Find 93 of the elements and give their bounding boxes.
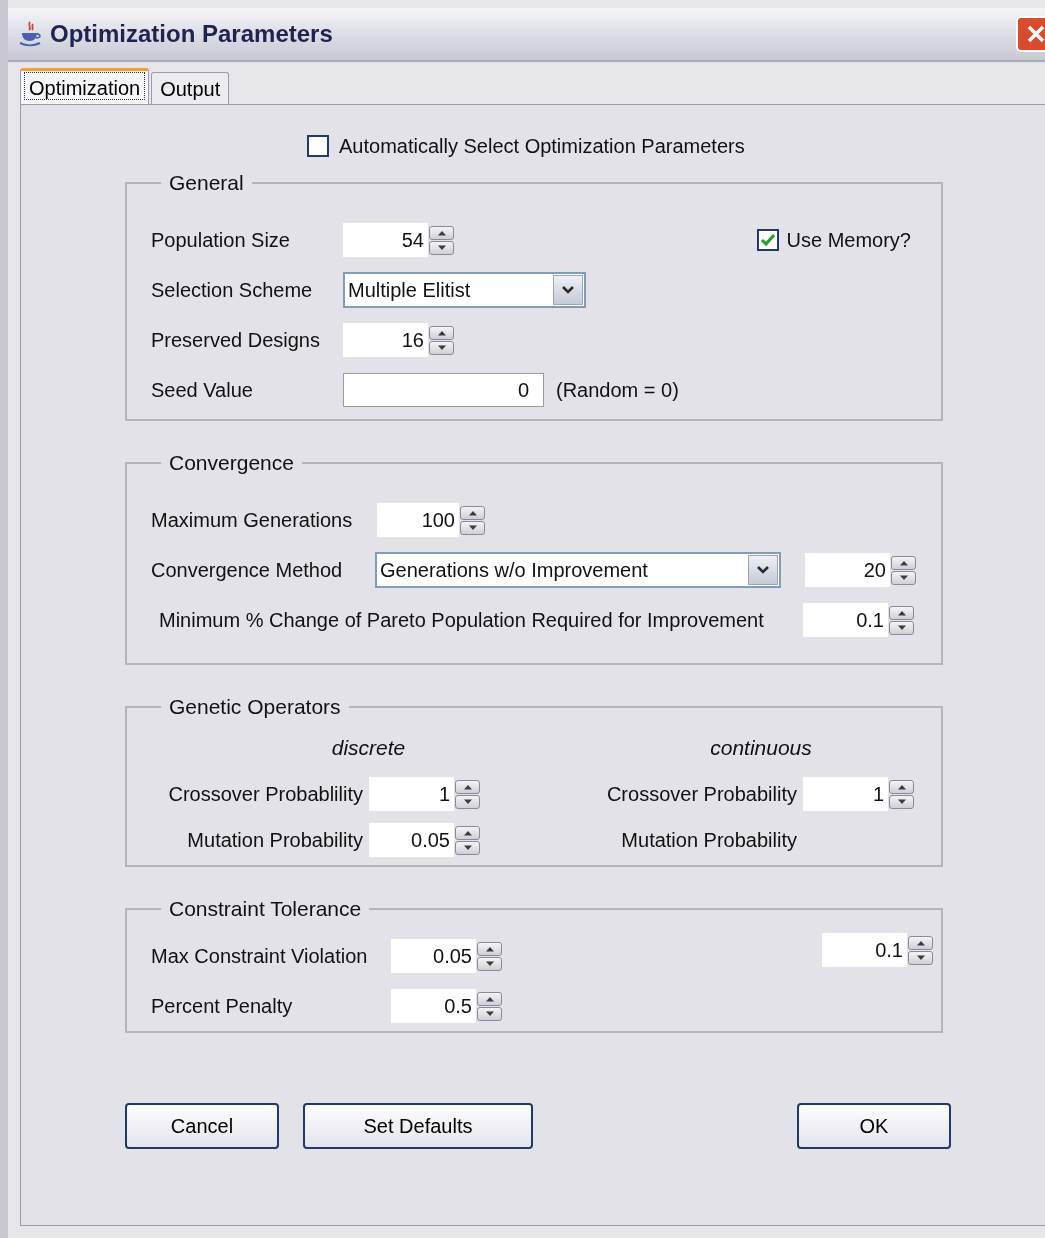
down-arrow-icon [436,244,447,251]
spinner-field[interactable]: 20 [805,553,890,587]
spin-down-button[interactable] [455,840,480,855]
field-label: Preserved Designs [151,328,321,352]
field-label: Minimum % Change of Pareto Population Required for Improvement [158,608,765,632]
hint-text: (Random = 0) [556,378,679,402]
spin-down-button[interactable] [891,570,916,585]
field-label: Mutation Probability [186,828,363,852]
tab[interactable]: Output [151,72,230,104]
down-arrow-icon [462,844,473,851]
field-label: Convergence Method [151,558,344,582]
dropdown[interactable]: Multiple Elitist [343,272,586,308]
coffee-cup-icon [18,21,44,47]
down-arrow-icon [915,954,926,961]
field-label: Maximum Generations [151,508,354,532]
window-title: Optimization Parameters [50,20,333,48]
field-label: Population Size [151,228,291,252]
checkbox-label: Automatically Select Optimization Parameters [339,134,745,158]
up-arrow-icon [436,329,447,336]
spin-up-button[interactable] [460,505,485,520]
spinner-field[interactable]: 100 [377,503,459,537]
spin-down-button[interactable] [889,794,914,809]
spinner-field[interactable]: 1 [369,777,454,811]
spin-up-button[interactable] [429,325,454,340]
spin-down-button[interactable] [429,240,454,255]
tab[interactable]: Optimization [20,68,150,104]
dialog-button[interactable]: OK [797,1103,951,1149]
down-arrow-icon [484,1010,495,1017]
down-arrow-icon [896,624,907,631]
field-label: Seed Value [151,378,254,402]
group-title: Convergence [168,451,295,475]
down-arrow-icon [436,344,447,351]
spin-down-button[interactable] [477,1006,502,1021]
up-arrow-icon [462,829,473,836]
up-arrow-icon [896,609,907,616]
chevron-down-icon [748,555,778,585]
spinner-field[interactable]: 0.05 [369,823,454,857]
checkmark-icon [758,231,777,249]
dropdown[interactable]: Generations w/o Improvement [375,552,781,588]
up-arrow-icon [898,559,909,566]
column-heading: continuous [709,736,813,760]
spin-up-button[interactable] [891,555,916,570]
field-label: Crossover Probability [605,782,797,806]
up-arrow-icon [484,945,495,952]
checkbox[interactable] [756,229,779,251]
group-title: Constraint Tolerance [168,897,363,921]
field-label: Selection Scheme [151,278,314,302]
down-arrow-icon [462,798,473,805]
field-label: Max Constraint Violation [151,944,369,968]
field-label: Percent Penalty [151,994,294,1018]
spin-up-button[interactable] [477,991,502,1006]
spin-down-button[interactable] [455,794,480,809]
up-arrow-icon [462,783,473,790]
field-label: Mutation Probability [620,828,797,852]
spin-down-button[interactable] [460,520,485,535]
down-arrow-icon [467,524,478,531]
spinner-field[interactable]: 0.1 [803,603,888,637]
field-label: Crossover Probablility [167,782,363,806]
spinner-field[interactable]: 0.05 [391,939,476,973]
down-arrow-icon [898,574,909,581]
up-arrow-icon [467,509,478,516]
spin-up-button[interactable] [455,779,480,794]
up-arrow-icon [915,939,926,946]
spin-up-button[interactable] [908,935,933,950]
spinner-field[interactable]: 1 [803,777,888,811]
group-title: Genetic Operators [168,695,342,719]
down-arrow-icon [484,960,495,967]
spin-up-button[interactable] [477,941,502,956]
column-heading: discrete [330,736,407,760]
spinner-field[interactable]: 0.5 [391,989,476,1023]
chevron-down-icon [553,275,583,305]
spin-up-button[interactable] [429,225,454,240]
spin-down-button[interactable] [429,340,454,355]
dialog-button[interactable]: Set Defaults [303,1103,533,1149]
seed-field[interactable]: 0 [343,373,544,407]
spin-up-button[interactable] [455,825,480,840]
up-arrow-icon [896,783,907,790]
spin-down-button[interactable] [889,620,914,635]
up-arrow-icon [484,995,495,1002]
spin-up-button[interactable] [889,779,914,794]
group-title: General [168,171,245,195]
spin-up-button[interactable] [889,605,914,620]
spin-down-button[interactable] [477,956,502,971]
spinner-field[interactable]: 0.1 [822,933,907,967]
spinner-field[interactable]: 54 [343,223,428,257]
up-arrow-icon [436,229,447,236]
checkbox-label: Use Memory? [786,228,911,252]
down-arrow-icon [896,798,907,805]
checkbox[interactable] [307,135,329,157]
close-button[interactable] [1016,16,1045,52]
dialog-button[interactable]: Cancel [125,1103,279,1149]
spin-down-button[interactable] [908,950,933,965]
spinner-field[interactable]: 16 [343,323,428,357]
